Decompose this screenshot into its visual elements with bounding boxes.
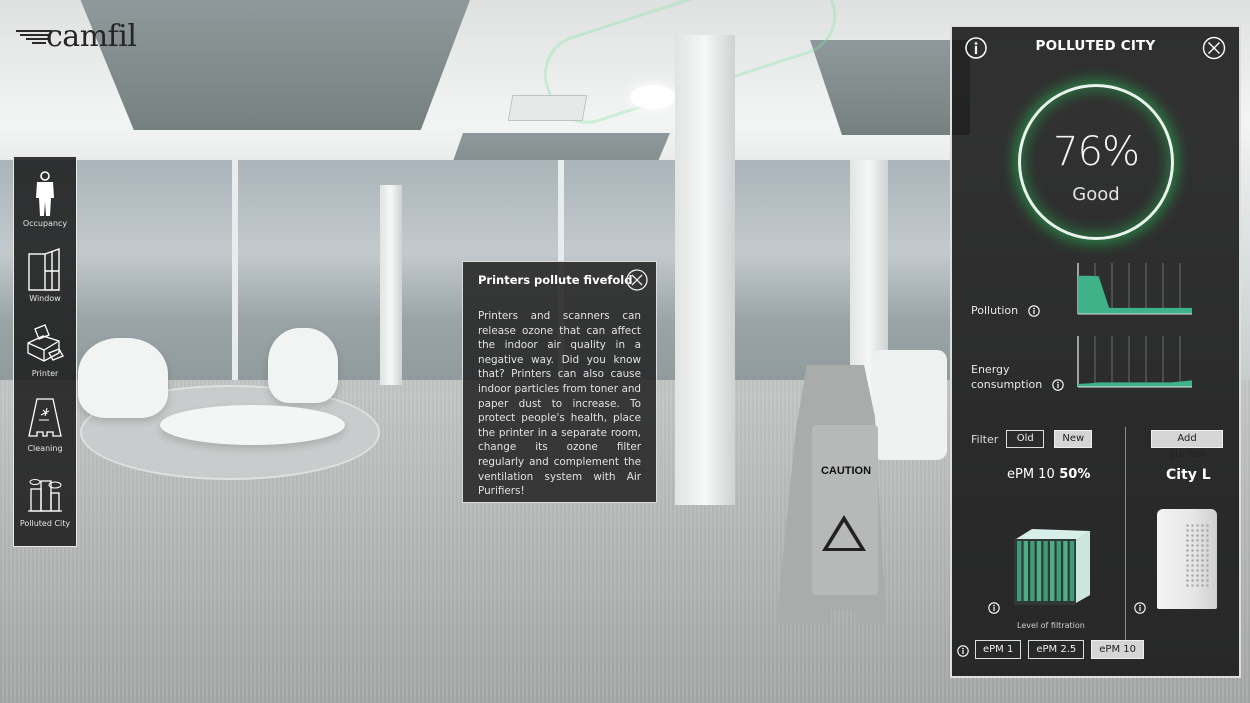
caution-sign-face [812, 425, 878, 595]
energy-consumption-chart [1077, 336, 1192, 388]
bag-filter-image[interactable] [1010, 527, 1092, 605]
sidebar-item-label: Occupancy [22, 219, 68, 228]
sidebar-item-window[interactable]: Window [14, 246, 76, 321]
filter-pleat [1023, 541, 1028, 601]
level-epm2-5-button[interactable]: ePM 2.5 [1028, 640, 1085, 659]
air-quality-value: 76% [1053, 129, 1140, 175]
lounge-chair [78, 338, 168, 418]
caution-sign-object[interactable]: CAUTION [776, 365, 886, 625]
close-icon [626, 269, 648, 291]
logo-wing-icon [16, 27, 52, 47]
popup-close-button[interactable] [626, 269, 648, 291]
caution-sign-icon [25, 396, 65, 442]
window-mullion [232, 160, 238, 390]
pollution-label: Pollution [971, 303, 1040, 318]
energy-consumption-label: Energy consumption [971, 362, 1064, 392]
polluted-city-panel: POLLUTED CITY 76% Good Pollution Energy … [950, 25, 1241, 678]
pillar [675, 35, 735, 505]
close-icon [1202, 36, 1226, 60]
scenario-sidebar: Occupancy Window Printer Cleaning Pollut… [13, 156, 77, 547]
pillar [380, 185, 402, 385]
air-quality-gauge: 76% Good [1018, 84, 1174, 240]
filter-pleat [1056, 541, 1061, 601]
filtration-level-info-icon[interactable] [957, 645, 969, 657]
add-purifier-button[interactable]: Add purifier [1151, 430, 1223, 460]
coffee-table [160, 405, 345, 445]
air-purifier-image[interactable] [1157, 509, 1217, 609]
purifier-info-icon[interactable] [1134, 602, 1146, 614]
sidebar-item-label: Polluted City [19, 519, 71, 528]
window-icon [25, 246, 65, 292]
pollution-info-icon[interactable] [1027, 305, 1040, 317]
ceiling-light [630, 85, 676, 109]
air-quality-status: Good [1072, 184, 1120, 205]
filter-pleat [1063, 541, 1068, 601]
ceiling-vent [507, 95, 588, 121]
popup-body: Printers and scanners can release ozone … [478, 310, 641, 498]
filter-pleat [1050, 541, 1055, 601]
sidebar-item-cleaning[interactable]: Cleaning [14, 396, 76, 471]
panel-title: POLLUTED CITY [1035, 38, 1156, 54]
pollution-label-text: Pollution [971, 304, 1019, 317]
sidebar-item-printer[interactable]: Printer [14, 321, 76, 396]
popup-title: Printers pollute fivefold [478, 273, 633, 287]
filter-pleat [1043, 541, 1048, 601]
level-of-filtration-label: Level of filtration [1017, 621, 1085, 630]
logo-text: camfil [46, 19, 137, 54]
filter-toggle: Filter Old New [971, 430, 1093, 448]
filter-spec-name: ePM 10 [1007, 467, 1055, 482]
filter-label: Filter [971, 432, 999, 446]
camfil-logo: camfil [16, 19, 137, 54]
pollution-chart [1077, 263, 1192, 315]
filter-pleat [1030, 541, 1035, 601]
lounge-chair [268, 328, 338, 403]
sidebar-item-label: Printer [31, 369, 59, 378]
filter-pleat [1017, 541, 1022, 601]
energy-info-icon[interactable] [1051, 379, 1064, 391]
slippery-warning-icon [822, 515, 866, 551]
caution-sign-text: CAUTION [820, 465, 872, 477]
filter-pleat [1036, 541, 1042, 601]
info-popup: Printers pollute fivefold Printers and s… [462, 261, 657, 503]
sidebar-item-label: Cleaning [27, 444, 63, 453]
sidebar-item-label: Window [29, 294, 61, 303]
city-icon [25, 471, 65, 517]
panel-divider [1125, 427, 1126, 655]
filtration-level-selector: ePM 1 ePM 2.5 ePM 10 [975, 640, 1144, 659]
sidebar-item-occupancy[interactable]: Occupancy [14, 171, 76, 246]
level-epm10-button[interactable]: ePM 10 [1091, 640, 1144, 659]
filter-pleat [1069, 541, 1075, 601]
person-icon [25, 171, 65, 217]
purifier-name: City L [1166, 467, 1211, 483]
filter-spec: ePM 10 50% [1007, 467, 1090, 482]
panel-close-button[interactable] [1202, 36, 1226, 60]
filter-info-icon[interactable] [988, 602, 1000, 614]
filter-new-button[interactable]: New [1054, 430, 1093, 448]
energy-label-line2: consumption [971, 378, 1043, 391]
sidebar-item-polluted-city[interactable]: Polluted City [14, 471, 76, 531]
filter-old-button[interactable]: Old [1006, 430, 1045, 448]
chart-area [1078, 275, 1192, 314]
filter-spec-value: 50% [1059, 467, 1091, 482]
energy-label-line1: Energy [971, 363, 1010, 376]
printer-icon [25, 321, 65, 367]
level-epm1-button[interactable]: ePM 1 [975, 640, 1022, 659]
